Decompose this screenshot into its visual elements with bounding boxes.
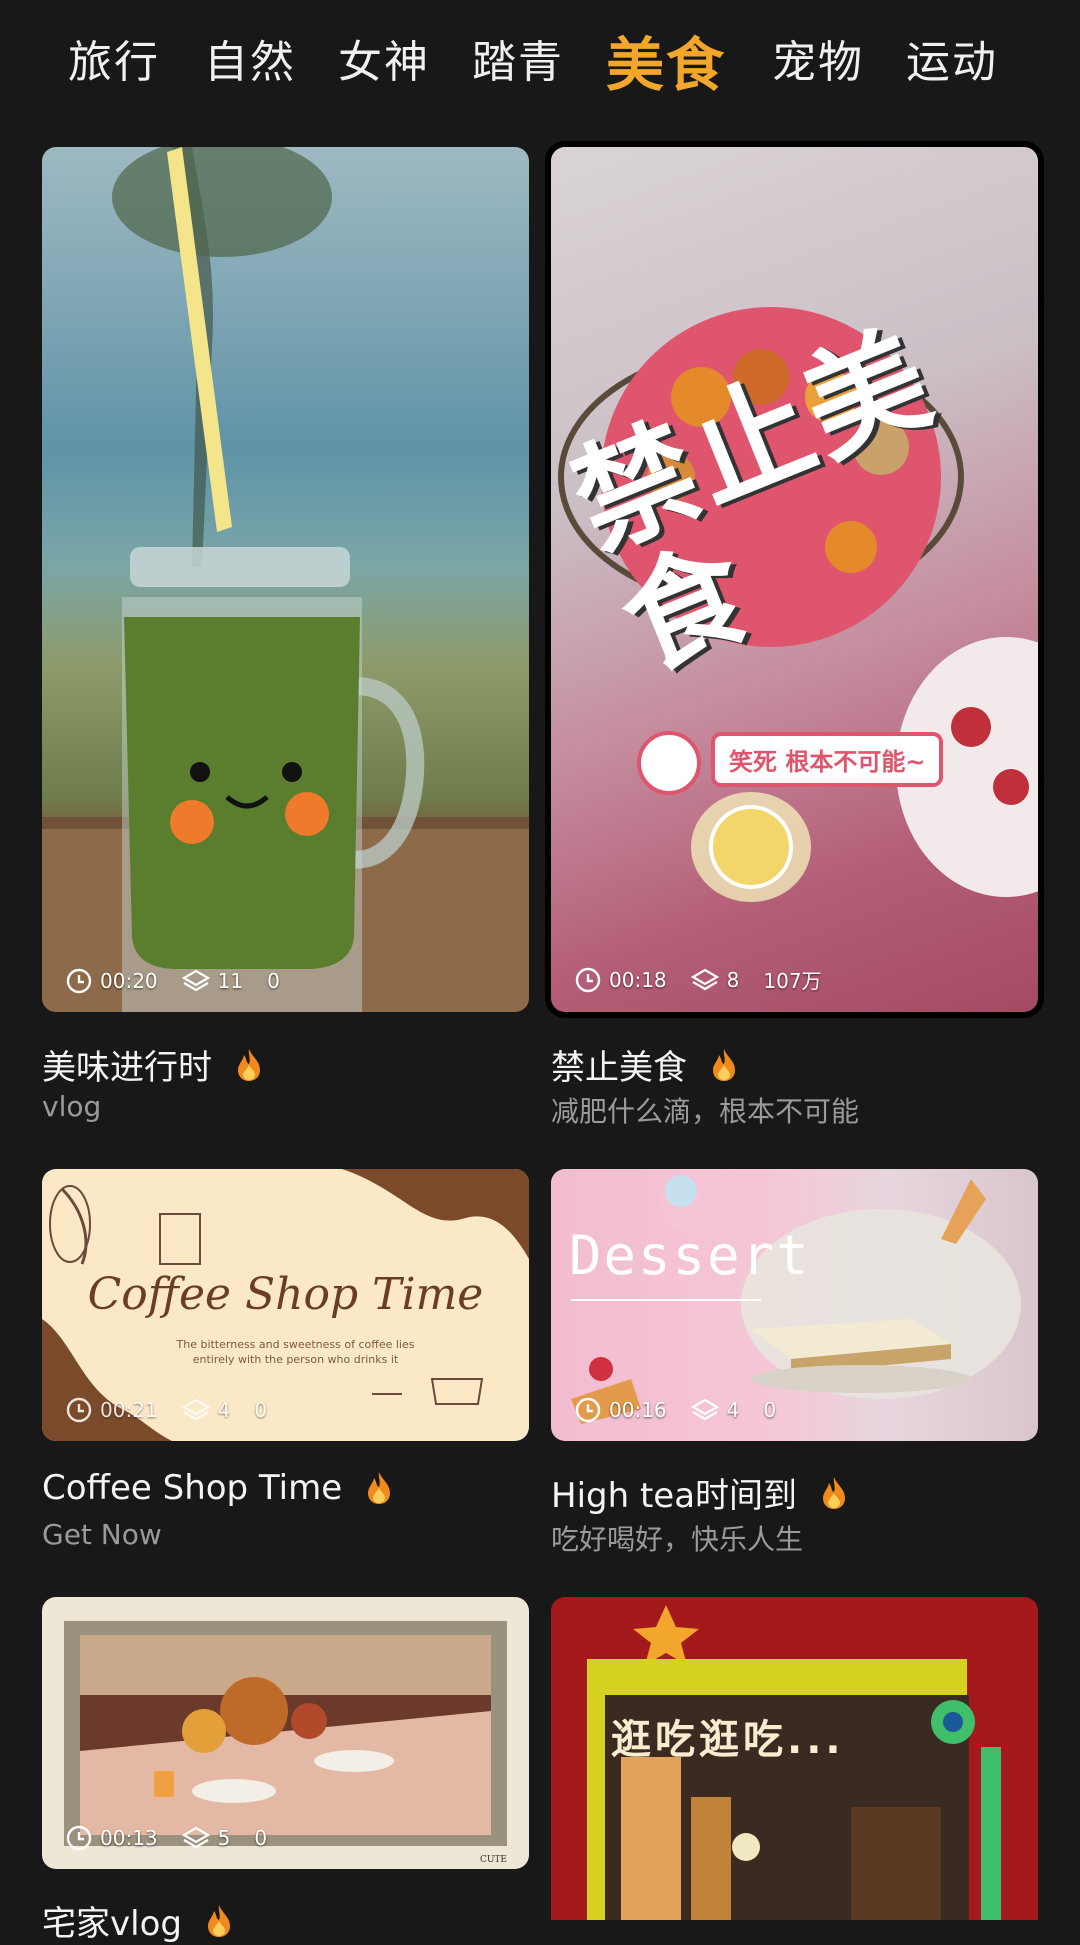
card-title: 宅家vlog — [42, 1896, 234, 1945]
overlay-subtitle: The bitterness and sweetness of coffee l… — [176, 1338, 415, 1366]
category-tabs: 旅行 自然 女神 踏青 美食 宠物 运动 — [0, 0, 1080, 110]
duration-label: 00:16 — [609, 1398, 667, 1422]
uses-count: 107万 — [763, 969, 822, 993]
overlay-title: Coffee Shop Time — [87, 1269, 484, 1320]
layers-icon — [181, 1398, 210, 1421]
overlay-divider — [571, 1299, 761, 1301]
template-card[interactable]: CUTE 00:13 5 0 — [42, 1597, 529, 1869]
clock-icon — [575, 1397, 601, 1423]
card-subtitle: 吃好喝好，快乐人生 — [551, 1523, 804, 1556]
card-title: 禁止美食 — [551, 1040, 739, 1089]
hot-flame-icon — [368, 1472, 391, 1504]
layers-count: 4 — [217, 1398, 231, 1422]
duration-label: 00:20 — [100, 969, 158, 993]
card-subtitle: 减肥什么滴，根本不可能 — [551, 1095, 860, 1128]
card-title-text: High tea时间到 — [551, 1476, 798, 1516]
clock-icon — [66, 968, 92, 994]
card-subtitle: vlog — [42, 1090, 102, 1123]
tab-sports[interactable]: 运动 — [906, 26, 998, 90]
layers-count: 11 — [217, 969, 244, 993]
hot-flame-icon — [713, 1048, 735, 1081]
face-sticker-icon — [637, 731, 701, 795]
overlay-title: 逛吃逛吃... — [611, 1717, 845, 1763]
card-stats: 00:21 4 0 — [66, 1397, 281, 1423]
card-subtitle: Get Now — [42, 1518, 162, 1551]
layers-icon — [690, 968, 719, 990]
template-thumbnail — [42, 147, 529, 1012]
layers-icon — [690, 1398, 719, 1421]
clock-icon — [66, 1825, 92, 1851]
layers-count: 8 — [726, 967, 740, 992]
uses-count: 0 — [254, 1398, 268, 1422]
clock-icon — [66, 1397, 92, 1423]
duration-label: 00:21 — [100, 1398, 158, 1422]
card-title-text: 美味进行时 — [42, 1048, 212, 1088]
card-stats: 00:16 4 0 — [575, 1397, 790, 1423]
card-stats: 00:13 5 0 — [66, 1825, 281, 1851]
photo-frame — [64, 1621, 507, 1846]
tab-travel[interactable]: 旅行 — [68, 26, 160, 90]
template-card[interactable]: 逛吃逛吃... — [551, 1597, 1038, 1920]
template-card[interactable]: 00:20 11 0 — [42, 147, 529, 1012]
card-title: 美味进行时 — [42, 1040, 264, 1089]
card-title-text: Coffee Shop Time — [42, 1468, 343, 1508]
hot-flame-icon — [823, 1476, 846, 1509]
template-thumbnail: 禁止美食 笑死 根本不可能~ — [551, 147, 1038, 1012]
clock-icon — [575, 967, 601, 992]
template-card[interactable]: Coffee Shop Time The bitterness and swee… — [42, 1169, 529, 1441]
smoothie-jar-image — [42, 147, 529, 1012]
uses-count: 0 — [763, 1398, 777, 1422]
layers-count: 5 — [217, 1826, 231, 1850]
card-title-text: 禁止美食 — [551, 1048, 687, 1088]
card-stats: 00:20 11 0 — [66, 968, 294, 994]
card-stats: 00:18 8 107万 — [575, 965, 836, 994]
overlay-small-text: CUTE — [479, 1855, 507, 1865]
hot-flame-icon — [207, 1904, 230, 1937]
card-title-text: 宅家vlog — [42, 1904, 182, 1944]
overlay-bubble-text: 笑死 根本不可能~ — [729, 748, 926, 776]
hot-flame-icon — [238, 1048, 260, 1081]
uses-count: 0 — [254, 1826, 268, 1850]
card-title: High tea时间到 — [551, 1468, 849, 1517]
uses-count: 0 — [267, 969, 280, 993]
overlay-bubble: 笑死 根本不可能~ — [711, 732, 944, 787]
tab-nature[interactable]: 自然 — [204, 26, 296, 90]
layers-icon — [181, 969, 210, 992]
tab-outing[interactable]: 踏青 — [472, 26, 564, 90]
layers-icon — [181, 1826, 210, 1849]
card-title: Coffee Shop Time — [42, 1468, 394, 1508]
template-thumbnail: 逛吃逛吃... — [551, 1597, 1038, 1920]
template-card-selected[interactable]: 禁止美食 笑死 根本不可能~ 00:18 8 107万 — [545, 141, 1044, 1018]
template-card[interactable]: Dessert 00:16 4 0 — [551, 1169, 1038, 1441]
duration-label: 00:18 — [609, 967, 667, 992]
tab-goddess[interactable]: 女神 — [338, 26, 430, 90]
tab-food[interactable]: 美食 — [606, 18, 726, 102]
layers-count: 4 — [726, 1398, 740, 1422]
duration-label: 00:13 — [100, 1826, 158, 1850]
dinner-table-image — [80, 1635, 491, 1835]
overlay-title: Dessert — [569, 1224, 811, 1287]
tab-pets[interactable]: 宠物 — [772, 26, 864, 90]
